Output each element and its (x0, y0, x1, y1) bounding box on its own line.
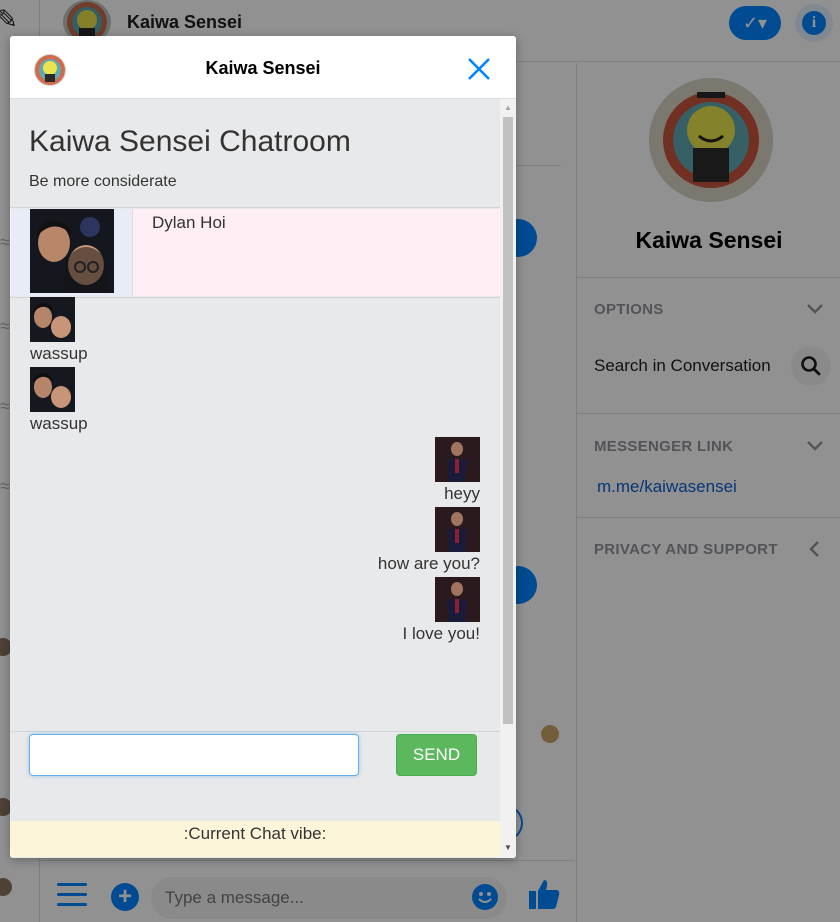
scroll-up-icon[interactable]: ▲ (504, 103, 512, 112)
chatroom-modal: Kaiwa Sensei Kaiwa Sensei Chatroom Be mo… (10, 36, 516, 858)
chatroom-subtitle: Be more considerate (29, 173, 177, 190)
user-card: Dylan Hoi (10, 209, 500, 296)
message-text: I love you! (402, 624, 481, 643)
sender-avatar (30, 367, 75, 412)
chatroom-title: Kaiwa Sensei Chatroom (29, 125, 351, 158)
message-item: heyy (280, 437, 480, 507)
sender-avatar (435, 577, 480, 622)
send-button[interactable]: SEND (396, 734, 477, 776)
modal-title: Kaiwa Sensei (205, 58, 321, 78)
message-item: how are you? (280, 507, 480, 577)
message-text: heyy (444, 484, 480, 503)
modal-scrollbar[interactable]: ▲ ▼ (500, 99, 516, 858)
chat-message-input[interactable] (29, 734, 359, 776)
scroll-down-icon[interactable]: ▼ (504, 843, 512, 852)
modal-header: Kaiwa Sensei (10, 36, 516, 99)
message-text: wassup (30, 344, 88, 363)
divider (10, 731, 500, 732)
message-text: wassup (30, 414, 88, 433)
sender-avatar (435, 437, 480, 482)
user-photo (30, 209, 114, 293)
close-icon[interactable] (466, 56, 492, 82)
sender-avatar (30, 297, 75, 342)
message-text: how are you? (377, 554, 480, 573)
divider (10, 297, 500, 298)
chatroom-body: Kaiwa Sensei Chatroom Be more considerat… (10, 99, 500, 858)
message-item: I love you! (280, 577, 480, 647)
sender-avatar (435, 507, 480, 552)
chat-vibe-bar: :Current Chat vibe: (10, 821, 500, 857)
user-photo-cell (11, 209, 133, 296)
user-name: Dylan Hoi (152, 213, 226, 232)
divider (10, 207, 500, 208)
scrollbar-thumb[interactable] (503, 117, 513, 724)
